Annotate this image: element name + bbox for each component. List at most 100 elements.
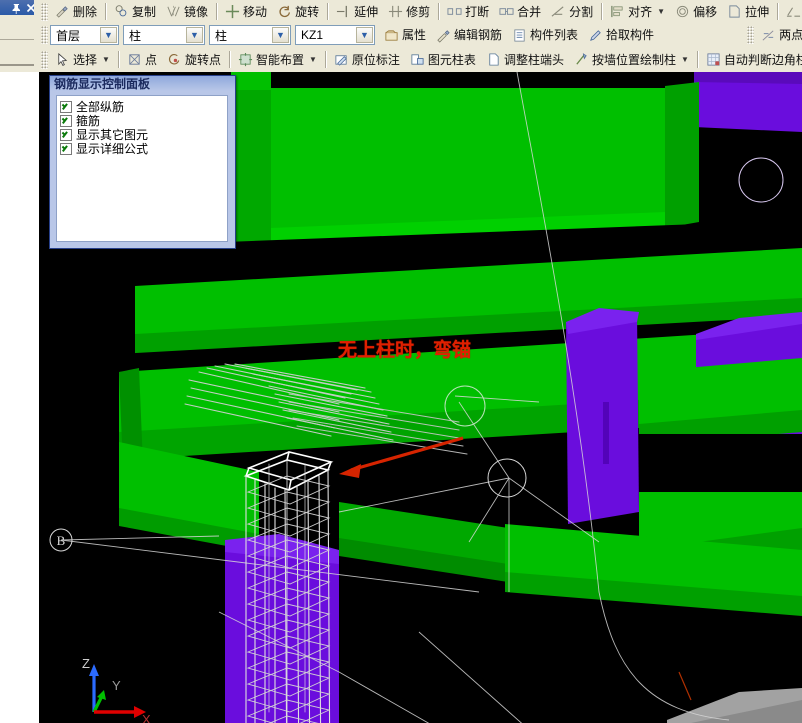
edit-rebar-label: 编辑钢筋	[454, 28, 503, 42]
auto-corner-column-icon	[707, 53, 720, 66]
stretch-button[interactable]: 拉伸	[722, 0, 774, 23]
stretch-icon	[729, 5, 740, 18]
rebar-option-stirrup[interactable]: 箍筋	[57, 114, 227, 128]
smart-layout-button[interactable]: 智能布置 ▼	[233, 48, 322, 71]
floor-combobox[interactable]: 首层 ▼	[50, 25, 119, 45]
adjust-column-end-button[interactable]: 调整柱端头	[481, 48, 569, 71]
delete-icon	[56, 6, 68, 18]
merge-icon	[499, 8, 514, 15]
break-button[interactable]: 打断	[442, 0, 494, 23]
pin-icon[interactable]	[10, 2, 22, 14]
grid-bubble-b-label: B	[57, 533, 66, 548]
toolbar-grip[interactable]	[41, 26, 48, 44]
toolbar-grip[interactable]	[41, 2, 48, 21]
rebar-panel-title: 钢筋显示控制面板	[54, 77, 151, 91]
copy-icon	[115, 5, 127, 17]
toolbar-grip[interactable]	[747, 26, 755, 44]
rotate-point-button[interactable]: 旋转点	[162, 48, 226, 71]
left-blank-strip	[0, 72, 39, 723]
axis-y-label: Y	[112, 678, 121, 693]
chevron-down-icon[interactable]: ▼	[681, 53, 689, 67]
checkbox-icon[interactable]	[60, 115, 72, 127]
edit-rebar-button[interactable]: 编辑钢筋	[431, 24, 507, 47]
two-point-button[interactable]: 两点	[756, 24, 802, 47]
smart-layout-label: 智能布置	[255, 52, 304, 67]
two-point-icon	[762, 29, 774, 41]
rebar-option-label: 全部纵筋	[76, 99, 125, 114]
merge-button[interactable]: 合并	[494, 0, 546, 23]
chevron-down-icon[interactable]: ▼	[272, 27, 289, 43]
in-place-annotation-icon	[335, 55, 347, 66]
draw-column-by-wall-button[interactable]: 按墙位置绘制柱 ▼	[569, 48, 694, 71]
toolbar-separator	[117, 51, 119, 68]
element-type-combobox[interactable]: 柱 ▼	[209, 25, 291, 45]
chevron-down-icon[interactable]: ▼	[186, 27, 203, 43]
rebar-panel-body: 全部纵筋 箍筋 显示其它图元 显示详细公式	[56, 95, 228, 242]
column-table-icon	[411, 54, 424, 65]
cursor-icon	[58, 52, 68, 66]
auto-corner-column-button[interactable]: 自动判断边角柱	[701, 48, 802, 71]
rebar-display-control-panel[interactable]: 钢筋显示控制面板 全部纵筋 箍筋 显示其它图元 显示详细公式	[49, 75, 236, 249]
element-name-combobox[interactable]: KZ1 ▼	[295, 25, 375, 45]
component-list-icon	[514, 28, 525, 42]
rebar-panel-title-bar[interactable]: 钢筋显示控制面板	[50, 76, 235, 91]
align-button[interactable]: 对齐 ▼	[605, 0, 670, 23]
extend-icon	[337, 5, 348, 18]
rebar-option-all-longitudinal[interactable]: 全部纵筋	[57, 100, 227, 114]
toolbar-separator	[324, 51, 326, 68]
two-point-label: 两点	[779, 28, 802, 42]
column-table-button[interactable]: 图元柱表	[405, 48, 481, 71]
toolbar-grip[interactable]	[41, 50, 48, 69]
move-button[interactable]: 移动	[220, 0, 272, 23]
in-place-annotation-button[interactable]: 原位标注	[329, 48, 405, 71]
toolbar-separator	[601, 3, 603, 20]
offset-label: 偏移	[693, 4, 718, 19]
split-button[interactable]: 分割	[546, 0, 598, 23]
component-list-button[interactable]: 构件列表	[507, 24, 583, 47]
smart-layout-icon	[238, 52, 253, 67]
axis-x-label: X	[142, 712, 151, 723]
trim-label: 修剪	[406, 4, 431, 19]
delete-label: 删除	[73, 4, 98, 19]
chevron-down-icon[interactable]: ▼	[309, 53, 317, 67]
toolbar-edit: 删除 复制 镜像 移动 旋转 延伸 修剪 打断 合并 分割 对齐 ▼ 偏移 拉伸	[39, 0, 802, 24]
trim-icon	[389, 5, 403, 18]
checkbox-icon[interactable]	[60, 143, 72, 155]
extend-button[interactable]: 延伸	[331, 0, 383, 23]
category-combobox[interactable]: 柱 ▼	[123, 25, 205, 45]
trim-button[interactable]: 修剪	[383, 0, 435, 23]
chevron-down-icon[interactable]: ▼	[102, 53, 110, 67]
chevron-down-icon[interactable]: ▼	[100, 27, 117, 43]
checkbox-icon[interactable]	[60, 129, 72, 141]
axis-z-label: Z	[82, 656, 90, 671]
rebar-option-show-detailed-formula[interactable]: 显示详细公式	[57, 142, 227, 156]
mirror-label: 镜像	[184, 4, 209, 19]
pick-component-button[interactable]: 拾取构件	[583, 24, 659, 47]
toolbar-draw: 选择 ▼ 点 旋转点 智能布置 ▼ 原位标注 图元柱表 调整柱端头 按墙位置绘制…	[39, 47, 802, 73]
rebar-option-show-other-elements[interactable]: 显示其它图元	[57, 128, 227, 142]
annotation-text: 无上柱时，弯锚	[338, 339, 472, 361]
rotate-button[interactable]: 旋转	[272, 0, 324, 23]
break-icon	[447, 8, 462, 15]
chevron-down-icon[interactable]: ▼	[356, 27, 373, 43]
edit-rebar-icon	[437, 29, 450, 43]
rebar-option-label: 显示其它图元	[76, 127, 149, 142]
rebar-option-label: 箍筋	[76, 113, 101, 128]
mirror-button[interactable]: 镜像	[161, 0, 213, 23]
select-button[interactable]: 选择 ▼	[50, 48, 115, 71]
property-button[interactable]: 属性	[379, 24, 431, 47]
point-icon	[129, 54, 140, 65]
align-label: 对齐	[628, 4, 653, 19]
chevron-down-icon[interactable]: ▼	[657, 5, 665, 19]
point-button[interactable]: 点	[122, 48, 162, 71]
toolbar-separator	[777, 3, 779, 20]
toolbar-separator	[228, 51, 230, 68]
delete-button[interactable]: 删除	[50, 0, 102, 23]
checkbox-icon[interactable]	[60, 101, 72, 113]
offset-button[interactable]: 偏移	[670, 0, 722, 23]
copy-button[interactable]: 复制	[109, 0, 161, 23]
toolbar-separator	[216, 3, 218, 20]
split-icon	[551, 6, 564, 17]
property-label: 属性	[402, 28, 427, 42]
settings-button[interactable]: 设置	[781, 0, 802, 23]
